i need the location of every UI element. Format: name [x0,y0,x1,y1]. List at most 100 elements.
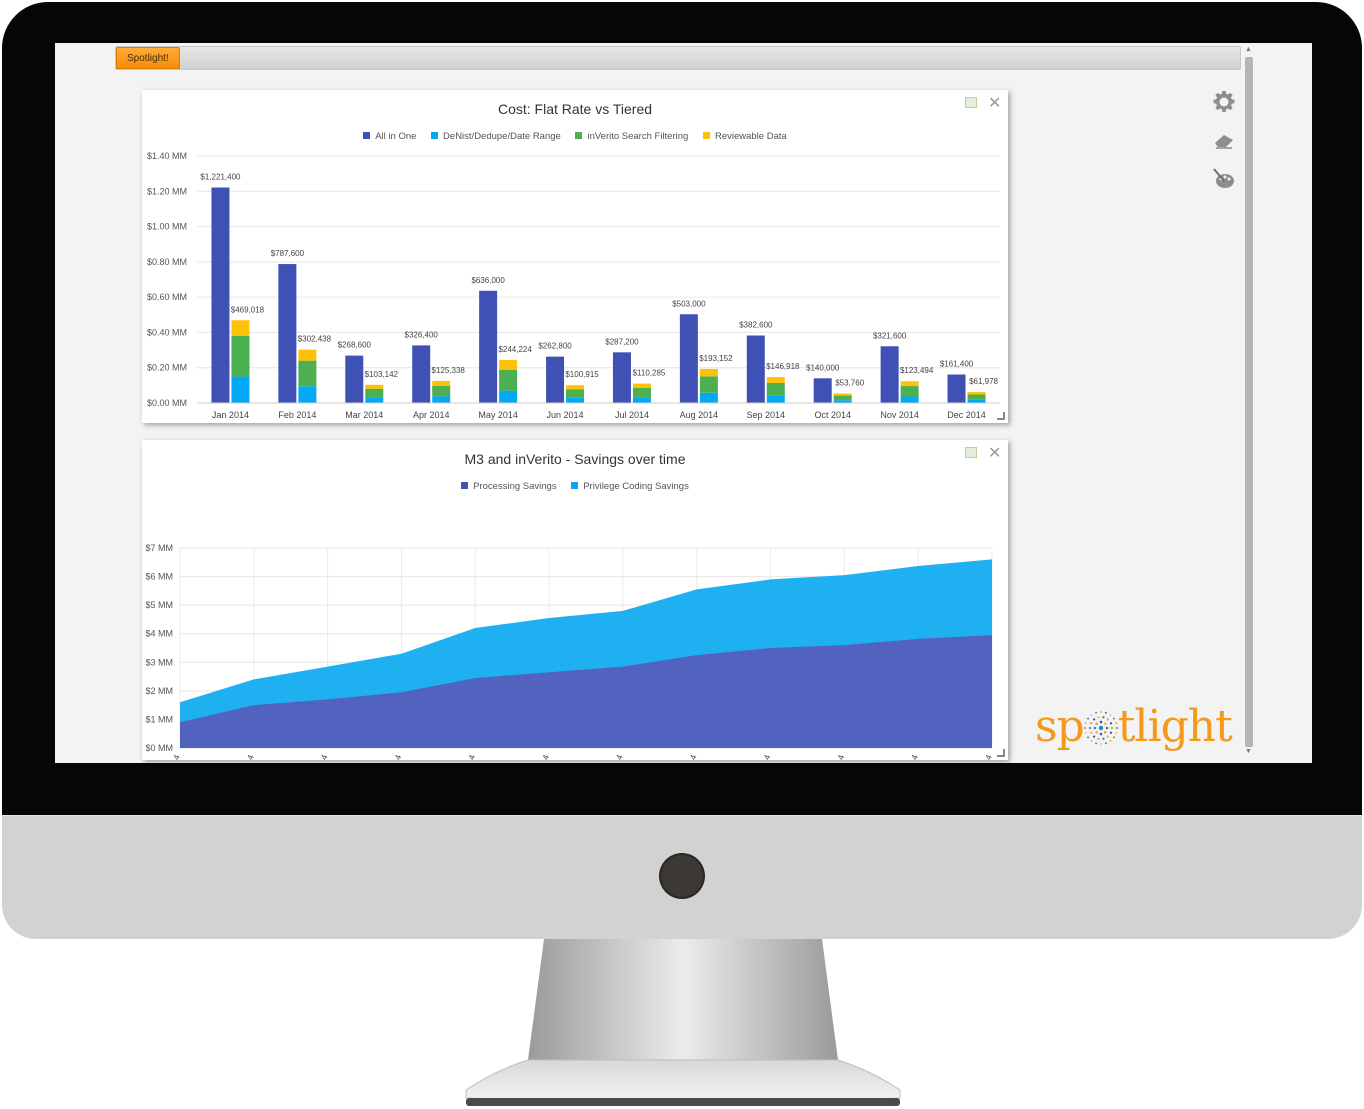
y-tick-label: $0.20 MM [147,363,187,373]
logo-dot [1104,742,1107,745]
data-label: $326,400 [405,330,439,339]
logo-dot [1106,718,1109,721]
y-tick-label: $4 MM [145,629,173,639]
logo-dot [1109,714,1112,716]
logo-dot [1103,722,1107,726]
logo-dot [1102,737,1105,740]
logo-dot [1099,711,1102,713]
logo-dot [1109,740,1112,742]
scroll-down-arrow-icon[interactable]: ▼ [1245,748,1252,755]
logo-dot [1093,726,1097,730]
tab-bar: Spotlight! [115,46,1241,70]
x-tick-label: Jun 2014 [547,410,584,420]
bar-segment-inverito-search-filtering [967,394,986,400]
logo-dot [1110,726,1113,730]
resize-handle[interactable] [997,749,1005,757]
x-tick-label: Oct 2014 [825,753,846,760]
bar-segment-inverito-search-filtering [766,382,785,396]
logo-dot [1092,718,1095,721]
eraser-icon[interactable] [1212,129,1236,153]
resize-handle[interactable] [997,412,1005,420]
bar-segment-denist-dedupe-date-range [365,397,384,403]
logo-dot [1095,730,1098,734]
scroll-up-arrow-icon[interactable]: ▲ [1245,46,1252,53]
bar-chart: $0.00 MM $0.20 MM $0.40 MM $0.60 MM $0.80 MM… [147,151,1000,420]
vertical-scrollbar[interactable] [1245,57,1253,747]
app-screen: Spotlight! ▲ ▼ Cost: Flat Rate vs Tiered… [55,43,1312,763]
y-tick-label: $5 MM [145,600,173,610]
data-label: $382,600 [739,320,773,329]
data-label: $302,438 [298,335,332,344]
bar-segment-inverito-search-filtering [632,388,651,398]
panel-cost-chart: Cost: Flat Rate vs Tiered ✕ All in One D… [142,90,1008,423]
logo-dot [1090,740,1093,742]
logo-dot [1083,727,1086,729]
tab-spotlight[interactable]: Spotlight! [116,47,180,69]
logo-dot [1089,731,1092,734]
data-label: $193,152 [699,354,733,363]
x-tick-label: Mar 2014 [345,410,383,420]
logo-dot [1089,722,1092,725]
logo-dot [1105,726,1109,730]
bar-segment-inverito-search-filtering [432,385,451,397]
x-tick-label: May 2014 [455,753,477,760]
y-tick-label: $2 MM [145,686,173,696]
bar-segment-inverito-search-filtering [298,360,317,387]
bar-segment-reviewable-data [298,349,317,361]
logo-dot [1084,732,1087,734]
y-tick-label: $0.00 MM [147,398,187,408]
data-label: $61,978 [969,377,998,386]
x-tick-label: Nov 2014 [898,753,920,760]
data-label: $123,494 [900,366,934,375]
data-label: $262,800 [538,342,572,351]
x-tick-label: Jul 2014 [604,753,624,760]
y-tick-label: $0.80 MM [147,257,187,267]
bar-segment-denist-dedupe-date-range [766,395,785,403]
gear-icon[interactable] [1212,90,1236,114]
bar-segment-denist-dedupe-date-range [298,386,317,403]
bar-segment-denist-dedupe-date-range [699,392,718,403]
x-tick-label: May 2014 [478,410,518,420]
x-tick-label: Aug 2014 [677,753,699,760]
data-label: $787,600 [271,249,305,258]
x-tick-label: Dec 2014 [947,410,986,420]
logo-dot [1106,735,1109,738]
logo-dot [1092,735,1095,738]
x-tick-label: Feb 2014 [278,410,316,420]
logo-dot [1098,725,1103,731]
y-tick-label: $1.40 MM [147,151,187,161]
data-label: $100,915 [565,370,599,379]
bar-segment-denist-dedupe-date-range [632,397,651,403]
bar-segment-inverito-search-filtering [566,389,585,398]
bar-all-in-one [813,378,832,403]
bar-all-in-one [211,187,230,403]
logo-dot [1103,730,1107,734]
data-label: $287,200 [605,337,639,346]
y-tick-label: $1.00 MM [147,222,187,232]
bar-segment-reviewable-data [833,393,852,396]
y-tick-label: $6 MM [145,572,173,582]
logo-dot [1099,743,1102,745]
logo-dot [1084,722,1087,724]
bar-segment-reviewable-data [967,392,986,395]
data-label: $125,338 [432,366,466,375]
y-tick-label: $0 MM [145,743,173,753]
bar-all-in-one [546,356,565,403]
logo-dot [1097,716,1100,719]
x-tick-label: Jul 2014 [615,410,649,420]
logo-dot [1112,736,1115,739]
logo-dot [1086,736,1089,739]
bar-all-in-one [679,314,698,403]
bar-segment-reviewable-data [632,383,651,389]
palette-icon[interactable] [1212,167,1236,191]
bar-segment-reviewable-data [766,377,785,383]
bar-segment-inverito-search-filtering [499,370,518,391]
y-tick-label: $0.60 MM [147,292,187,302]
data-label: $140,000 [806,363,840,372]
logo-dot [1099,720,1103,724]
y-tick-label: $0.40 MM [147,327,187,337]
x-tick-label: Jan 2014 [212,410,249,420]
logo-dot [1115,722,1117,724]
bar-segment-denist-dedupe-date-range [566,397,585,403]
spotlight-logo: sp tlight [1035,701,1233,752]
